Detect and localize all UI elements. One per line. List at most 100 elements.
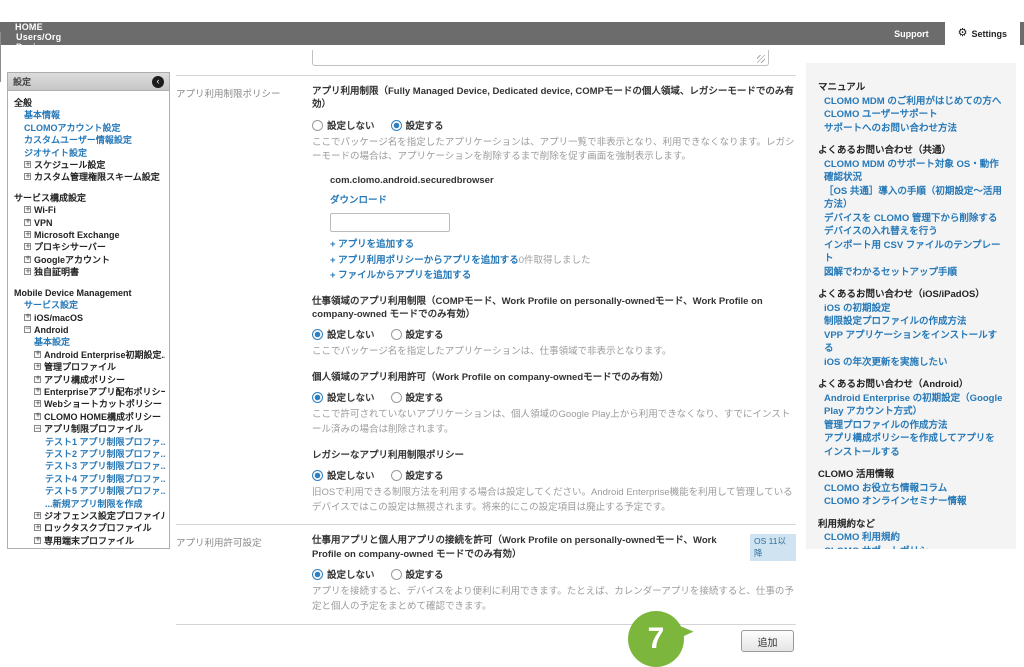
tree-item[interactable]: 管理プロファイル [12, 361, 165, 373]
tree-item[interactable]: テスト4 アプリ制限プロファ... [12, 473, 165, 485]
tree-item[interactable]: スケジュール設定 [12, 159, 165, 171]
tree-item[interactable]: アプリ構成ポリシー [12, 374, 165, 386]
tree-item[interactable]: アプリ制限プロファイル [12, 423, 165, 435]
tree-item[interactable]: iOS/macOS [12, 312, 165, 324]
tree-item[interactable]: 専用端末プロファイル [12, 535, 165, 547]
expand-icon[interactable] [24, 256, 31, 263]
radio-on[interactable] [391, 470, 402, 481]
expand-icon[interactable] [24, 314, 31, 321]
tree-item[interactable]: VPN [12, 217, 165, 229]
tree-item[interactable]: ロックタスクプロファイル [12, 522, 165, 534]
expand-icon[interactable] [34, 512, 41, 519]
radio-off-selected[interactable] [312, 329, 323, 340]
help-link[interactable]: Android Enterprise の初期設定（Google Play アカウ… [818, 392, 1004, 419]
download-link[interactable]: ダウンロード [330, 192, 387, 206]
tab-settings-active[interactable]: ⚙ Settings [945, 22, 1020, 45]
help-link[interactable]: デバイスを CLOMO 管理下から削除する [818, 212, 1004, 226]
tree-item[interactable]: CLOMO HOME構成ポリシー [12, 411, 165, 423]
expand-icon[interactable] [24, 243, 31, 250]
radio-on[interactable] [391, 329, 402, 340]
expand-icon[interactable] [24, 206, 31, 213]
expand-icon[interactable] [34, 376, 41, 383]
expand-icon[interactable] [34, 425, 41, 432]
radio-on-selected[interactable] [391, 120, 402, 131]
add-app-link[interactable]: + アプリを追加する [330, 239, 414, 250]
expand-icon[interactable] [24, 173, 31, 180]
radio-off[interactable] [312, 120, 323, 131]
help-link[interactable]: CLOMO オンラインセミナー情報 [818, 495, 1004, 509]
add-button[interactable]: 追加 [741, 630, 794, 652]
tree-item[interactable]: サービス設定 [12, 299, 165, 311]
section-header: 全般 [12, 97, 165, 109]
tree-item[interactable]: 基本情報 [12, 109, 165, 121]
expand-icon[interactable] [34, 400, 41, 407]
help-link[interactable]: CLOMO お役立ち情報コラム [818, 482, 1004, 496]
nav-item[interactable]: Applications [0, 52, 87, 62]
tree-item[interactable]: Webショートカットポリシー [12, 398, 165, 410]
tree-item[interactable]: ジオサイト設定 [12, 147, 165, 159]
notes-textarea[interactable] [312, 50, 769, 66]
expand-icon[interactable] [24, 326, 31, 333]
expand-icon[interactable] [34, 524, 41, 531]
tree-item[interactable]: CLOMOアカウント設定 [12, 122, 165, 134]
tree-item[interactable]: ジオフェンス設定プロファイル [12, 510, 165, 522]
tree-item[interactable]: Android [12, 324, 165, 336]
help-link[interactable]: VPP アプリケーションをインストールする [818, 329, 1004, 356]
tree-item[interactable]: Android Enterprise初期設定... [12, 349, 165, 361]
expand-icon[interactable] [24, 231, 31, 238]
help-link[interactable]: デバイスの入れ替えを行う [818, 225, 1004, 239]
help-link[interactable]: CLOMO 利用規約 [818, 531, 1004, 545]
radio-off-selected[interactable] [312, 392, 323, 403]
resize-grip-icon[interactable] [757, 55, 765, 63]
radio-off-selected[interactable] [312, 569, 323, 580]
expand-icon[interactable] [24, 161, 31, 168]
radio-off-selected[interactable] [312, 470, 323, 481]
help-link[interactable]: CLOMO MDM のご利用がはじめての方へ [818, 95, 1004, 109]
nav-item[interactable]: Devices [0, 42, 87, 52]
help-link[interactable]: アプリ構成ポリシーを作成してアプリをインストールする [818, 432, 1004, 459]
add-from-policy-link[interactable]: + アプリ利用ポリシーからアプリを追加する [330, 255, 519, 266]
help-link[interactable]: CLOMO サポートポリシー [818, 545, 1004, 550]
tree-item[interactable]: テスト3 アプリ制限プロファ... [12, 460, 165, 472]
expand-icon[interactable] [24, 219, 31, 226]
add-from-file-link[interactable]: + ファイルからアプリを追加する [330, 270, 471, 281]
tree-item[interactable]: テスト1 アプリ制限プロファ... [12, 436, 165, 448]
tree-item[interactable]: テスト2 アプリ制限プロファ... [12, 448, 165, 460]
tree-item[interactable]: カスタム管理権限スキーム設定 [12, 171, 165, 183]
expand-icon[interactable] [34, 388, 41, 395]
package-input[interactable] [330, 213, 450, 232]
tree-item[interactable]: プロキシサーバー [12, 241, 165, 253]
nav-item[interactable]: HOME [0, 22, 87, 32]
tree-item[interactable]: 基本設定 [12, 336, 165, 348]
tree-item[interactable]: Enterpriseアプリ配布ポリシー [12, 386, 165, 398]
radio-on[interactable] [391, 392, 402, 403]
help-link[interactable]: CLOMO MDM のサポート対象 OS・動作確認状況 [818, 158, 1004, 185]
expand-icon[interactable] [34, 363, 41, 370]
nav-item[interactable]: Users/Org [0, 32, 87, 42]
help-link[interactable]: CLOMO ユーザーサポート [818, 108, 1004, 122]
collapse-sidebar-button[interactable]: ‹ [152, 76, 164, 88]
tree-item[interactable]: Microsoft Exchange [12, 229, 165, 241]
help-link[interactable]: 制限設定プロファイルの作成方法 [818, 315, 1004, 329]
help-link[interactable]: 図解でわかるセットアップ手順 [818, 266, 1004, 280]
tree-item[interactable]: Wi-Fi [12, 204, 165, 216]
tree-item[interactable]: テスト5 アプリ制限プロファ... [12, 485, 165, 497]
help-link[interactable]: iOS の年次更新を実施したい [818, 356, 1004, 370]
nav-item-support[interactable]: Support [878, 22, 945, 45]
tree-item[interactable]: ...新規アプリ制限を作成 [12, 498, 165, 510]
nav-item[interactable]: Jobs [0, 62, 87, 72]
tree-item[interactable]: アプリ権限設定プロファイル [12, 547, 165, 549]
help-link[interactable]: インポート用 CSV ファイルのテンプレート [818, 239, 1004, 266]
expand-icon[interactable] [34, 413, 41, 420]
help-link[interactable]: iOS の初期設定 [818, 302, 1004, 316]
help-link[interactable]: 管理プロファイルの作成方法 [818, 419, 1004, 433]
tree-item[interactable]: Googleアカウント [12, 254, 165, 266]
radio-on[interactable] [391, 569, 402, 580]
expand-icon[interactable] [24, 268, 31, 275]
help-link[interactable]: ［OS 共通］導入の手順（初期設定〜活用方法） [818, 185, 1004, 212]
tree-item[interactable]: 独自証明書 [12, 266, 165, 278]
expand-icon[interactable] [34, 351, 41, 358]
help-link[interactable]: サポートへのお問い合わせ方法 [818, 122, 1004, 136]
expand-icon[interactable] [34, 537, 41, 544]
tree-item[interactable]: カスタムユーザー情報設定 [12, 134, 165, 146]
